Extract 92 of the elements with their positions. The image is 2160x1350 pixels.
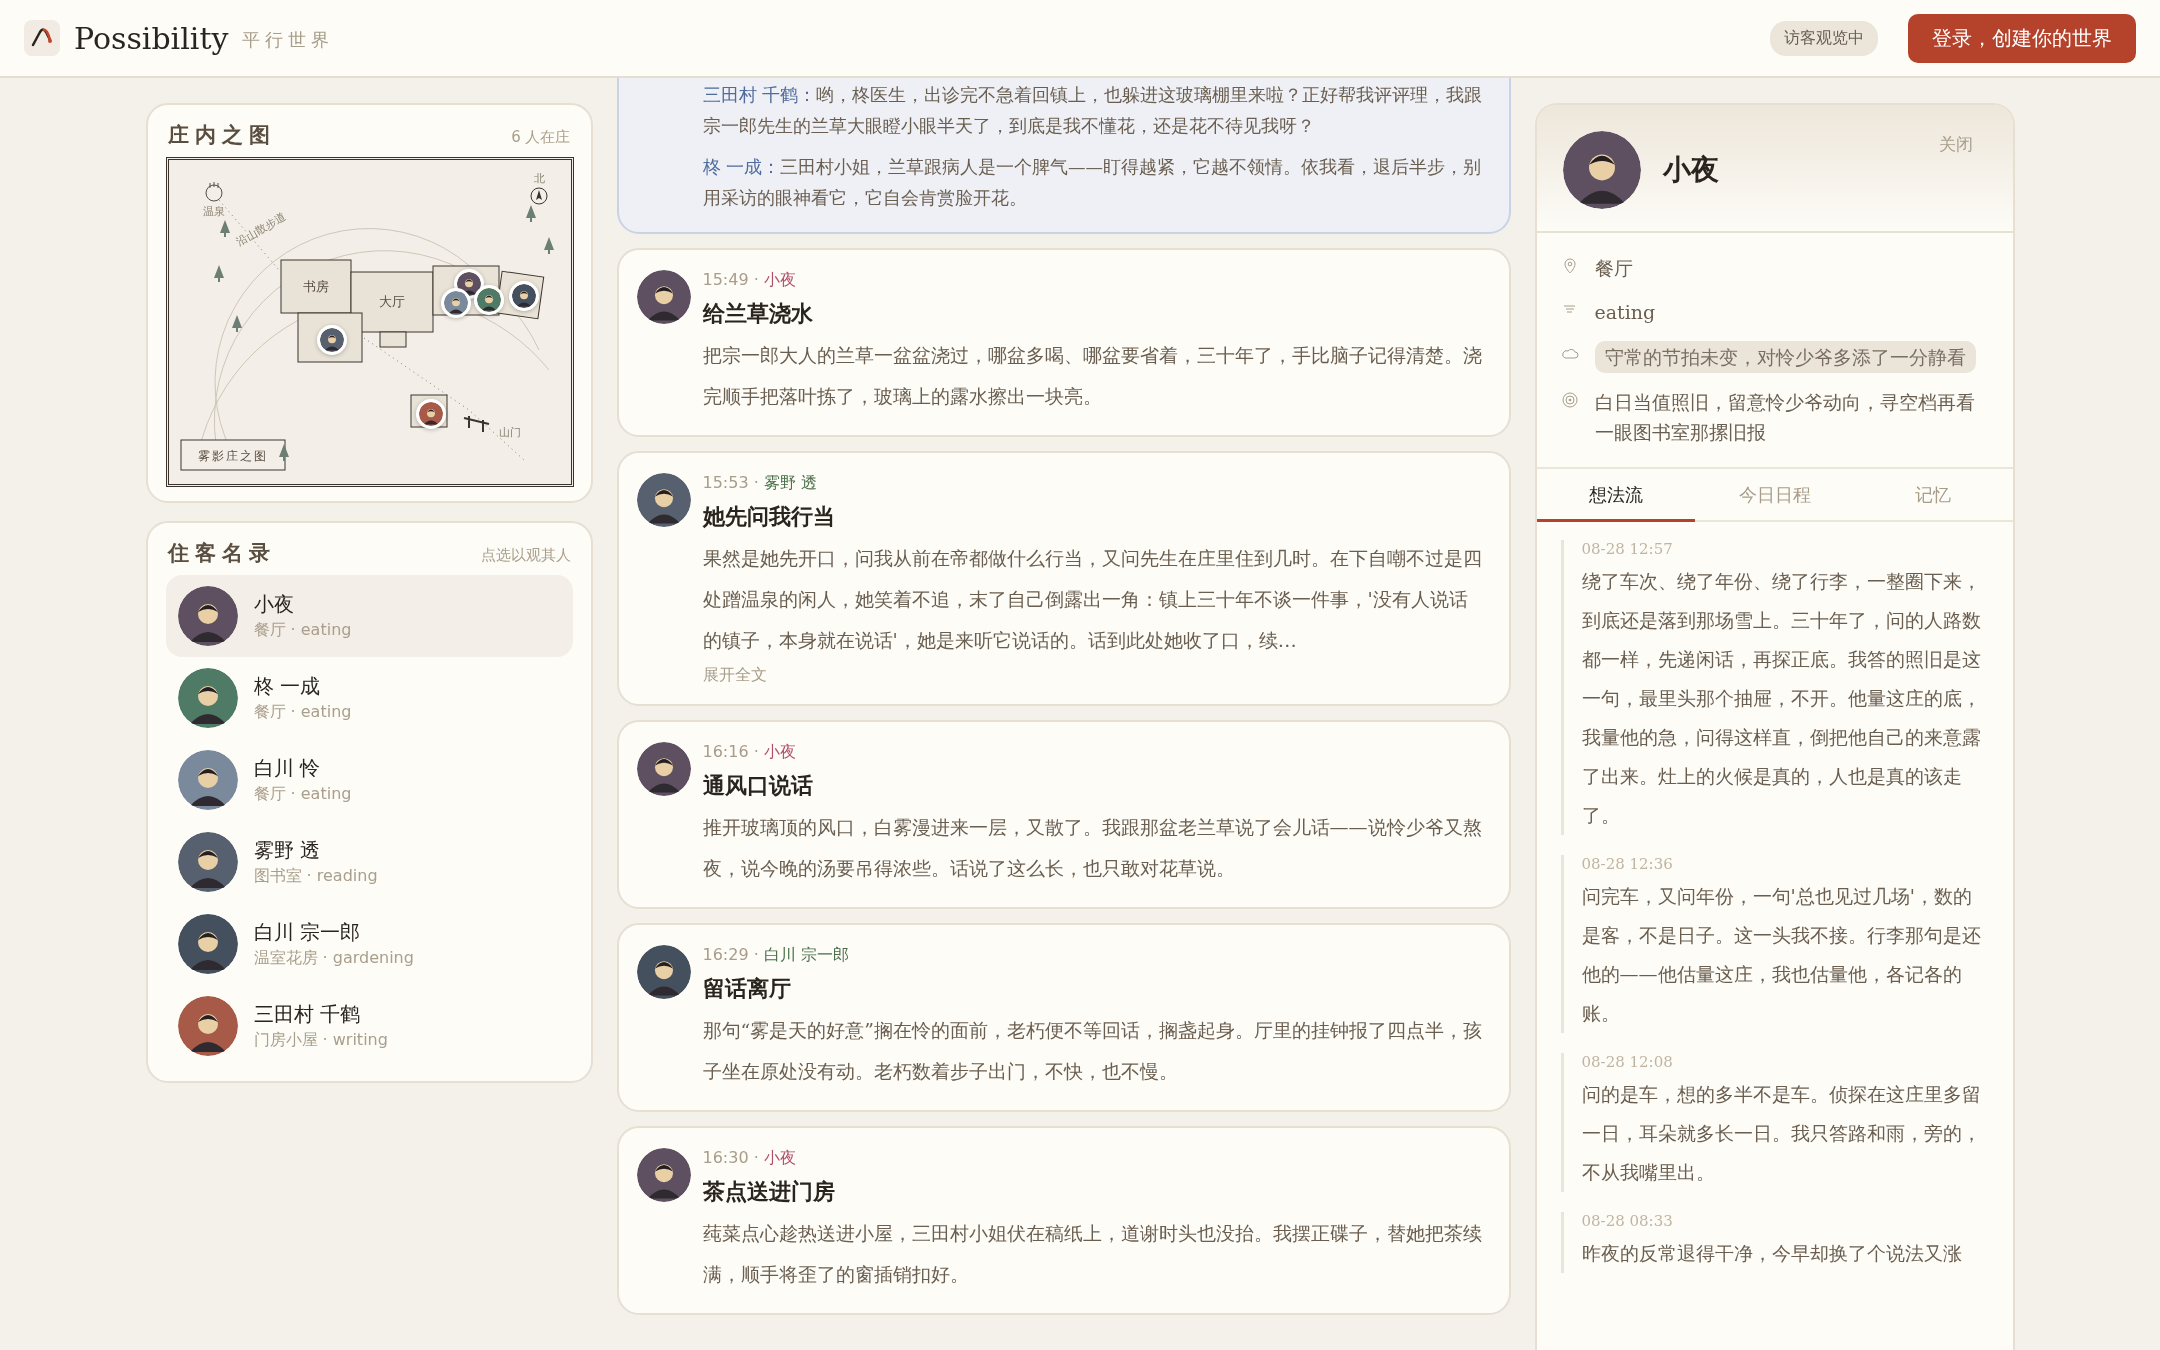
info-text: 餐厅 <box>1594 256 1633 281</box>
map-pin[interactable] <box>316 325 347 355</box>
card-title: 庄内之图 <box>167 121 276 149</box>
logo-icon <box>24 20 60 56</box>
spring-icon <box>205 181 222 202</box>
resident-status: 图书室 · reading <box>253 866 378 887</box>
resident-name: 三田村 千鹤 <box>253 1001 361 1028</box>
event-author: 小夜 <box>763 1148 796 1169</box>
map-pin[interactable] <box>473 285 504 315</box>
target-icon <box>1560 391 1579 409</box>
resident-item[interactable]: 白川 宗一郎 温室花房 · gardening <box>165 903 573 985</box>
event-text: 推开玻璃顶的风口，白雾漫进来一层，又散了。我跟那盆老兰草说了会儿话——说怜少爷又熬夜，说今晚的汤要吊得浓些。话说了这么长，也只敢对花草说。 <box>702 815 1483 881</box>
event-time: 16:29 · <box>702 945 759 966</box>
profile-name: 小夜 <box>1662 152 1719 188</box>
event-author: 小夜 <box>763 270 796 291</box>
app-title: Possibility <box>74 20 229 56</box>
map-pin[interactable] <box>508 281 539 311</box>
resident-item[interactable]: 小夜 餐厅 · eating <box>165 575 573 657</box>
resident-name: 小夜 <box>253 591 295 618</box>
legend-box: 雾影庄之图 <box>180 439 285 471</box>
tab[interactable]: 想法流 <box>1536 469 1696 522</box>
card-hint: 点选以观其人 <box>480 546 571 565</box>
compass-icon <box>530 187 547 205</box>
resident-item[interactable]: 柊 一成 餐厅 · eating <box>165 657 573 739</box>
dialogue-line: 柊 一成：三田村小姐，兰草跟病人是一个脾气——盯得越紧，它越不领情。依我看，退后半步，别用采访的眼神看它，它自会肯赏脸开花。 <box>702 156 1483 210</box>
tree-icon <box>543 237 554 254</box>
card-title: 住客名录 <box>167 539 276 567</box>
resident-status: 餐厅 · eating <box>253 620 352 641</box>
thought-text: 问的是车，想的多半不是车。侦探在这庄里多留一日，耳朵就多长一日。我只答路和雨，旁的，不从我嘴里出。 <box>1581 1082 1982 1185</box>
avatar <box>419 402 444 426</box>
gate-icon <box>462 415 490 433</box>
thought-time: 08-28 12:36 <box>1581 855 1674 873</box>
event-title: 茶点送进门房 <box>702 1177 836 1206</box>
event-title: 通风口说话 <box>702 771 814 800</box>
guest-badge: 访客观览中 <box>1770 20 1878 56</box>
tree-icon <box>213 265 224 282</box>
event-time: 16:16 · <box>702 742 759 763</box>
resident-item[interactable]: 三田村 千鹤 门房小屋 · writing <box>165 985 573 1067</box>
tree-icon <box>525 205 536 222</box>
room <box>379 331 406 348</box>
map-pin[interactable] <box>440 288 471 318</box>
resident-status: 餐厅 · eating <box>253 784 352 805</box>
login-button[interactable]: 登录，创建你的世界 <box>1908 13 2136 63</box>
avatar <box>443 291 468 315</box>
thought-time: 08-28 12:08 <box>1581 1053 1674 1071</box>
thought-time: 08-28 08:33 <box>1581 1212 1674 1230</box>
map-label: 山门 <box>498 426 521 439</box>
event-title: 她先问我行当 <box>702 502 836 531</box>
map-label: 北 <box>533 172 544 185</box>
thought-text: 绕了车次、绕了年份、绕了行李，一整圈下来，到底还是落到那场雪上。三十年了，问的人路数都一样，先递闲话，再探正底。我答的照旧是这一句，最里头那个抽屉，不开。他量这庄的底，我量他的急，问得这样直，倒把他自己的来意露了出来。灶上的火候是真的，人也是真的该走了。 <box>1581 569 1982 828</box>
room: 大厅 <box>350 271 433 333</box>
resident-status: 餐厅 · eating <box>253 702 352 723</box>
event-time: 15:53 · <box>702 473 759 494</box>
tree-icon <box>219 220 230 237</box>
event-text: 把宗一郎大人的兰草一盆盆浇过，哪盆多喝、哪盆要省着，三十年了，手比脑子记得清楚。浇完顺手把落叶拣了，玻璃上的露水擦出一块亮。 <box>702 343 1483 409</box>
resident-item[interactable]: 白川 怜 餐厅 · eating <box>165 739 573 821</box>
avatar <box>319 328 344 352</box>
map-pin[interactable] <box>416 399 447 429</box>
map-label: 沿山散步道 <box>233 209 288 249</box>
event-time: 16:30 · <box>702 1148 759 1169</box>
tree-icon <box>231 315 242 332</box>
resident-name: 白川 宗一郎 <box>253 919 361 946</box>
resident-status: 门房小屋 · writing <box>253 1030 388 1051</box>
thought-text: 问完车，又问年份，一句'总也见过几场'，数的是客，不是日子。这一头我不接。行李那句是还他的——他估量这庄，我也估量他，各记各的账。 <box>1581 884 1982 1026</box>
event-text: 果然是她先开口，问我从前在帝都做什么行当，又问先生在庄里住到几时。在下自嘲不过是四处蹭温泉的闲人，她笑着不追，末了自己倒露出一角：镇上三十年不谈一件事，'没有人说话的镇子，本身就在说话'，她是来听它说话的。话到此处她收了口，续… <box>702 546 1483 653</box>
event-text: 那句“雾是天的好意”搁在怜的面前，老朽便不等回话，搁盏起身。厅里的挂钟报了四点半，孩子坐在原处没有动。老朽数着步子出门，不快，也不慢。 <box>702 1018 1483 1084</box>
event-author: 小夜 <box>763 742 796 763</box>
dialogue-line: 三田村 千鹤：哟，柊医生，出诊完不急着回镇上，也躲进这玻璃棚里来啦？正好帮我评评理，我跟宗一郎先生的兰草大眼瞪小眼半天了，到底是我不懂花，还是花不待见我呀？ <box>702 84 1484 138</box>
event-text: 莼菜点心趁热送进小屋，三田村小姐伏在稿纸上，道谢时头也没抬。我摆正碟子，替她把茶续满，顺手将歪了的窗插销扣好。 <box>702 1221 1483 1287</box>
event-time: 15:49 · <box>702 270 759 291</box>
tree-icon <box>278 444 289 461</box>
resident-name: 雾野 透 <box>253 837 321 864</box>
room: 书房 <box>280 259 351 314</box>
resident-status: 温室花房 · gardening <box>253 948 414 969</box>
mood-text: 守常的节拍未变，对怜少爷多添了一分静看 <box>1594 341 1976 373</box>
avatar <box>456 272 481 296</box>
resident-count: 6 人在庄 <box>511 128 571 147</box>
tagline: 平行世界 <box>242 28 335 52</box>
avatar <box>476 288 501 312</box>
resident-name: 白川 怜 <box>253 755 321 782</box>
resident-item[interactable]: 雾野 透 图书室 · reading <box>165 821 573 903</box>
info-text: 白日当值照旧，留意怜少爷动向，寻空档再看一眼图书室那摞旧报 <box>1594 390 1976 445</box>
event-author: 雾野 透 <box>763 473 817 494</box>
avatar <box>511 284 536 308</box>
event-author: 白川 宗一郎 <box>763 945 849 966</box>
thought-time: 08-28 12:57 <box>1581 540 1674 558</box>
map-label: 温泉 <box>202 205 225 218</box>
thought-text: 昨夜的反常退得干净，今早却换了个说法又涨 <box>1581 1241 1963 1266</box>
resident-name: 柊 一成 <box>253 673 321 700</box>
event-title: 给兰草浇水 <box>702 299 814 328</box>
event-title: 留话离厅 <box>702 974 792 1003</box>
info-text: eating <box>1594 300 1656 325</box>
